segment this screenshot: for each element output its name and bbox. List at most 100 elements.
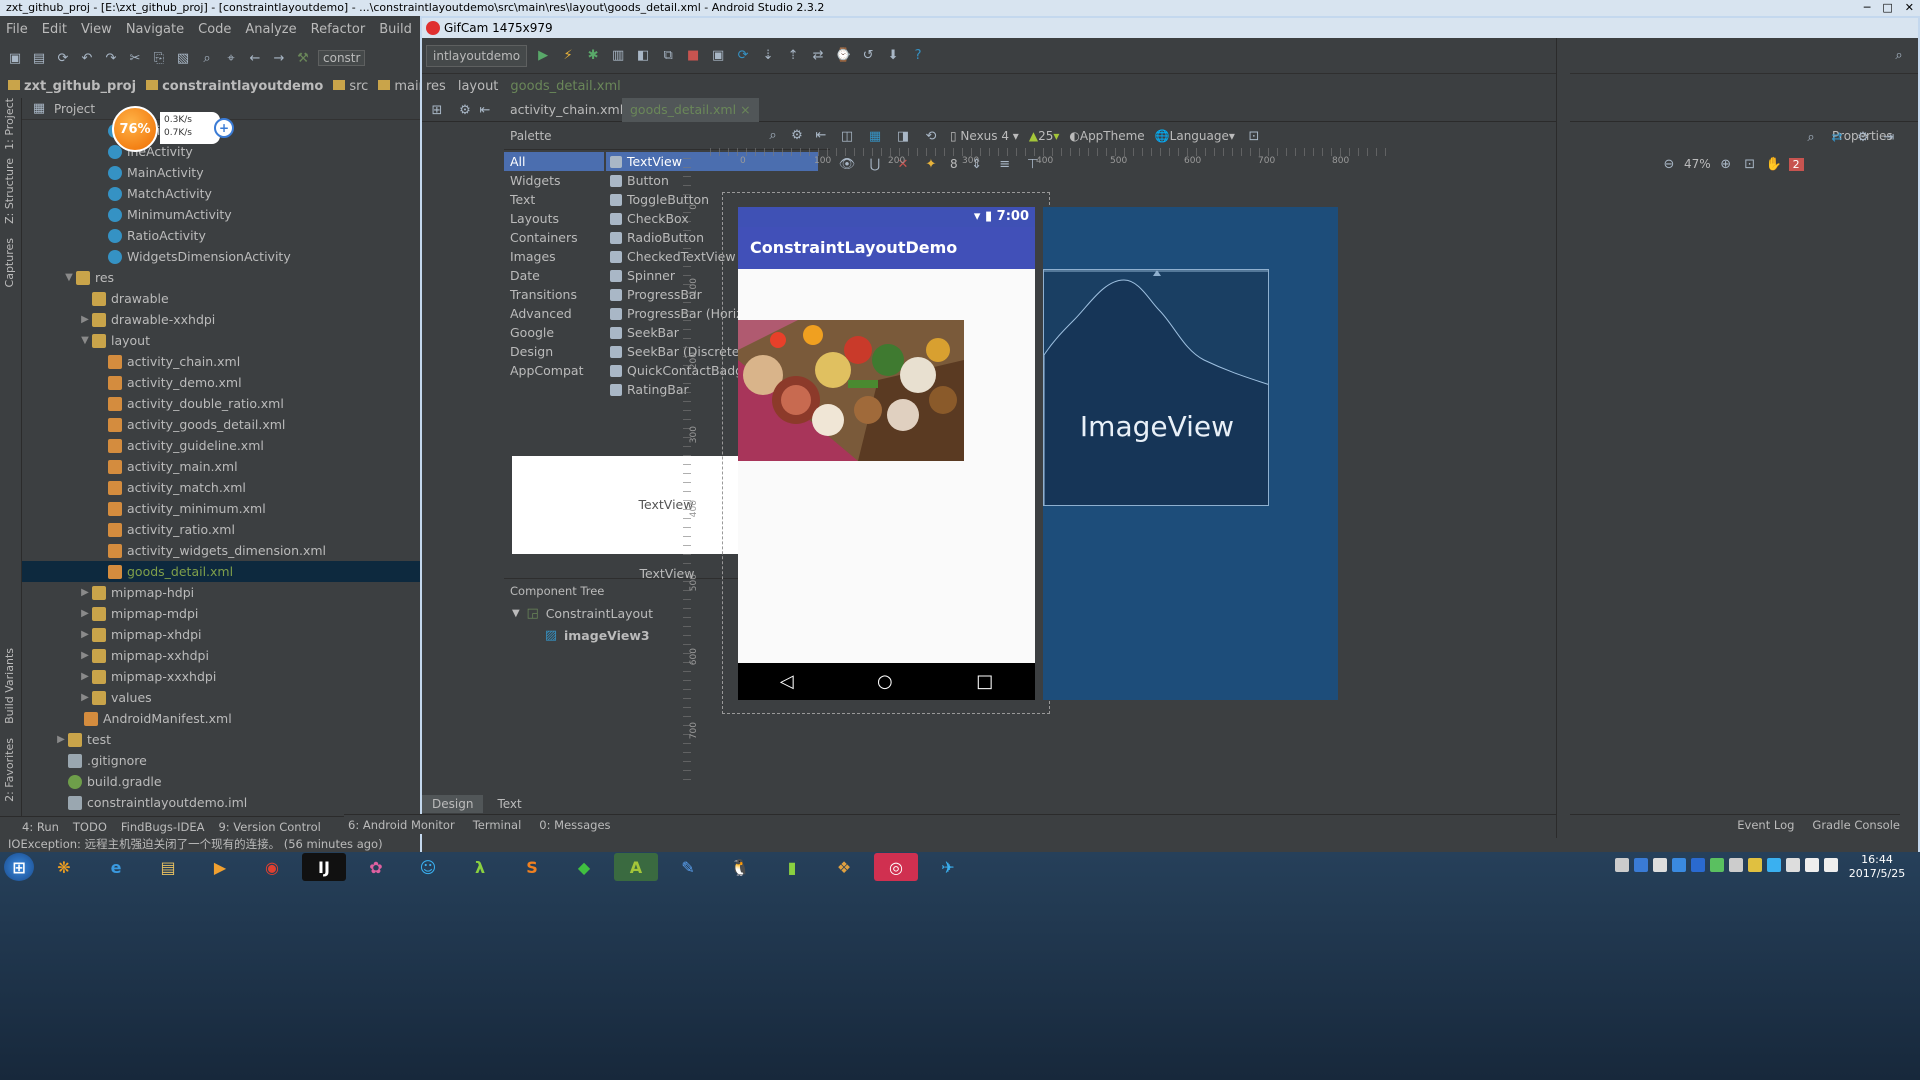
expand-arrow-icon[interactable]: ▼ [62, 267, 76, 288]
menu-navigate[interactable]: Navigate [126, 22, 184, 37]
gifcam-title-bar[interactable]: GifCam 1475x979 [422, 18, 1918, 38]
chat-tray-icon[interactable] [1710, 858, 1724, 872]
help-icon[interactable]: ? [909, 47, 927, 65]
tool-window-4[interactable]: 2: Favorites [3, 738, 16, 802]
nav-home-icon[interactable]: ○ [877, 671, 893, 692]
green-app-icon[interactable]: ◆ [562, 853, 606, 881]
display-tray-icon[interactable] [1786, 858, 1800, 872]
breadcrumb-item[interactable]: src [333, 79, 368, 94]
pan-icon[interactable]: ✋ [1765, 155, 1783, 173]
blueprint-view-icon[interactable]: ▦ [866, 127, 884, 145]
project-view-label[interactable]: Project [54, 102, 95, 116]
palette-category[interactable]: Date [504, 266, 604, 285]
palette-category[interactable]: Text [504, 190, 604, 209]
bottom-tab[interactable]: FindBugs-IDEA [121, 820, 205, 834]
palette-search-icon[interactable]: ⌕ [764, 127, 782, 145]
debug-icon[interactable]: ✱ [584, 47, 602, 65]
avd-manager-icon[interactable]: ▣ [709, 47, 727, 65]
tree-node[interactable]: activity_match.xml [22, 477, 420, 498]
menu-edit[interactable]: Edit [42, 22, 67, 37]
tree-node[interactable]: activity_ratio.xml [22, 519, 420, 540]
taskbar-clock[interactable]: 16:44 2017/5/25 [1842, 852, 1912, 882]
palette-category[interactable]: Containers [504, 228, 604, 247]
tree-node[interactable]: activity_minimum.xml [22, 498, 420, 519]
search-everywhere-icon[interactable]: ⌕ [1890, 47, 1908, 65]
volume-icon[interactable] [1824, 858, 1838, 872]
tree-node[interactable]: activity_chain.xml [22, 351, 420, 372]
tree-node[interactable]: activity_goods_detail.xml [22, 414, 420, 435]
close-button[interactable]: ✕ [1905, 0, 1914, 16]
expand-arrow-icon[interactable]: ▼ [512, 603, 520, 625]
network-tray-icon[interactable] [1653, 858, 1667, 872]
tree-node[interactable]: activity_double_ratio.xml [22, 393, 420, 414]
vcs-update-icon[interactable]: ⇣ [759, 47, 777, 65]
breadcrumb-item[interactable]: constraintlayoutdemo [146, 79, 323, 94]
network-speed-widget[interactable]: 76% 0.3K/s 0.7K/s + [112, 106, 242, 152]
tree-node[interactable]: build.gradle [22, 771, 420, 792]
palette-gear-icon[interactable]: ⚙ [788, 127, 806, 145]
intellij-icon[interactable]: IJ [302, 853, 346, 881]
expand-arrow-icon[interactable]: ▶ [78, 582, 92, 603]
copy-icon[interactable]: ⎘ [150, 49, 168, 67]
run-config-select[interactable]: intlayoutdemo [426, 44, 528, 67]
tree-node[interactable]: activity_demo.xml [22, 372, 420, 393]
security-icon[interactable] [1691, 858, 1705, 872]
tool-window-2[interactable]: Captures [3, 238, 16, 287]
tree-node[interactable]: activity_widgets_dimension.xml [22, 540, 420, 561]
send-app-icon[interactable]: ✈ [926, 853, 970, 881]
bottom-tab[interactable]: TODO [73, 820, 107, 834]
gifcam-bottom-tab[interactable]: Event Log [1737, 818, 1794, 832]
nav-recents-icon[interactable]: □ [976, 671, 993, 692]
help-tray-icon[interactable] [1634, 858, 1648, 872]
gifcam-bottom-tab[interactable]: Terminal [473, 818, 522, 832]
tree-node[interactable]: AndroidManifest.xml [22, 708, 420, 729]
tree-node[interactable]: ▶ drawable-xxhdpi [22, 309, 420, 330]
run-config-dropdown[interactable]: constr [318, 50, 366, 66]
back-icon[interactable]: ← [246, 49, 264, 67]
tree-node[interactable]: activity_main.xml [22, 456, 420, 477]
tree-node[interactable]: MinimumActivity [22, 204, 420, 225]
tree-node[interactable]: MainActivity [22, 162, 420, 183]
taskbar-app-icon[interactable]: ❋ [42, 853, 86, 881]
lambda-app-icon[interactable]: λ [458, 853, 502, 881]
attach-debugger-icon[interactable]: ⧉ [659, 47, 677, 65]
qq-icon[interactable]: 🐧 [718, 853, 762, 881]
tree-node[interactable]: ▶ test [22, 729, 420, 750]
menu-file[interactable]: File [6, 22, 28, 37]
vcs-revert-icon[interactable]: ↺ [859, 47, 877, 65]
chat-app-icon[interactable]: ☺ [406, 853, 450, 881]
palette-category[interactable]: All [504, 152, 604, 171]
expand-arrow-icon[interactable]: ▼ [78, 330, 92, 351]
menu-refactor[interactable]: Refactor [311, 22, 366, 37]
expand-arrow-icon[interactable]: ▶ [78, 645, 92, 666]
nav-back-icon[interactable]: ◁ [780, 671, 794, 692]
layout-variants-icon[interactable]: ⊡ [1245, 127, 1263, 145]
gifcam-taskbar-icon[interactable]: ◎ [874, 853, 918, 881]
palette-category[interactable]: AppCompat [504, 361, 604, 380]
keyboard-icon[interactable] [1615, 858, 1629, 872]
expand-arrow-icon[interactable]: ▶ [78, 309, 92, 330]
flag-icon[interactable] [1805, 858, 1819, 872]
phone-screen[interactable]: ▾ ▮ 7:00 ConstraintLayoutDemo ◁ ○ □ [738, 207, 1035, 700]
error-count-badge[interactable]: 2 [1788, 157, 1804, 171]
tree-node[interactable]: ▶ values [22, 687, 420, 708]
expand-arrow-icon[interactable]: ▶ [54, 729, 68, 750]
both-view-icon[interactable]: ◨ [894, 127, 912, 145]
tree-node[interactable]: ▶ mipmap-hdpi [22, 582, 420, 603]
design-view-icon[interactable]: ◫ [838, 127, 856, 145]
tab-text[interactable]: Text [487, 795, 531, 813]
settings-gear-icon[interactable]: ⚙ [456, 101, 474, 119]
gifcam-breadcrumb-item[interactable]: res [426, 79, 446, 94]
palette-widget[interactable]: Button [606, 171, 818, 190]
apply-changes-icon[interactable]: ⚡ [559, 47, 577, 65]
blueprint-imageview[interactable]: ImageView [1043, 269, 1269, 506]
tree-node[interactable]: ▶ mipmap-xxhdpi [22, 645, 420, 666]
menu-code[interactable]: Code [198, 22, 231, 37]
paste-icon[interactable]: ▧ [174, 49, 192, 67]
language-selector[interactable]: 🌐Language▾ [1155, 129, 1235, 143]
properties-toggle-icon[interactable]: ⇄ [1828, 128, 1846, 146]
properties-search-icon[interactable]: ⌕ [1802, 128, 1820, 146]
expand-arrow-icon[interactable]: ▶ [78, 624, 92, 645]
tree-node[interactable]: goods_detail.xml [22, 561, 420, 582]
cloud-tray-icon[interactable] [1767, 858, 1781, 872]
